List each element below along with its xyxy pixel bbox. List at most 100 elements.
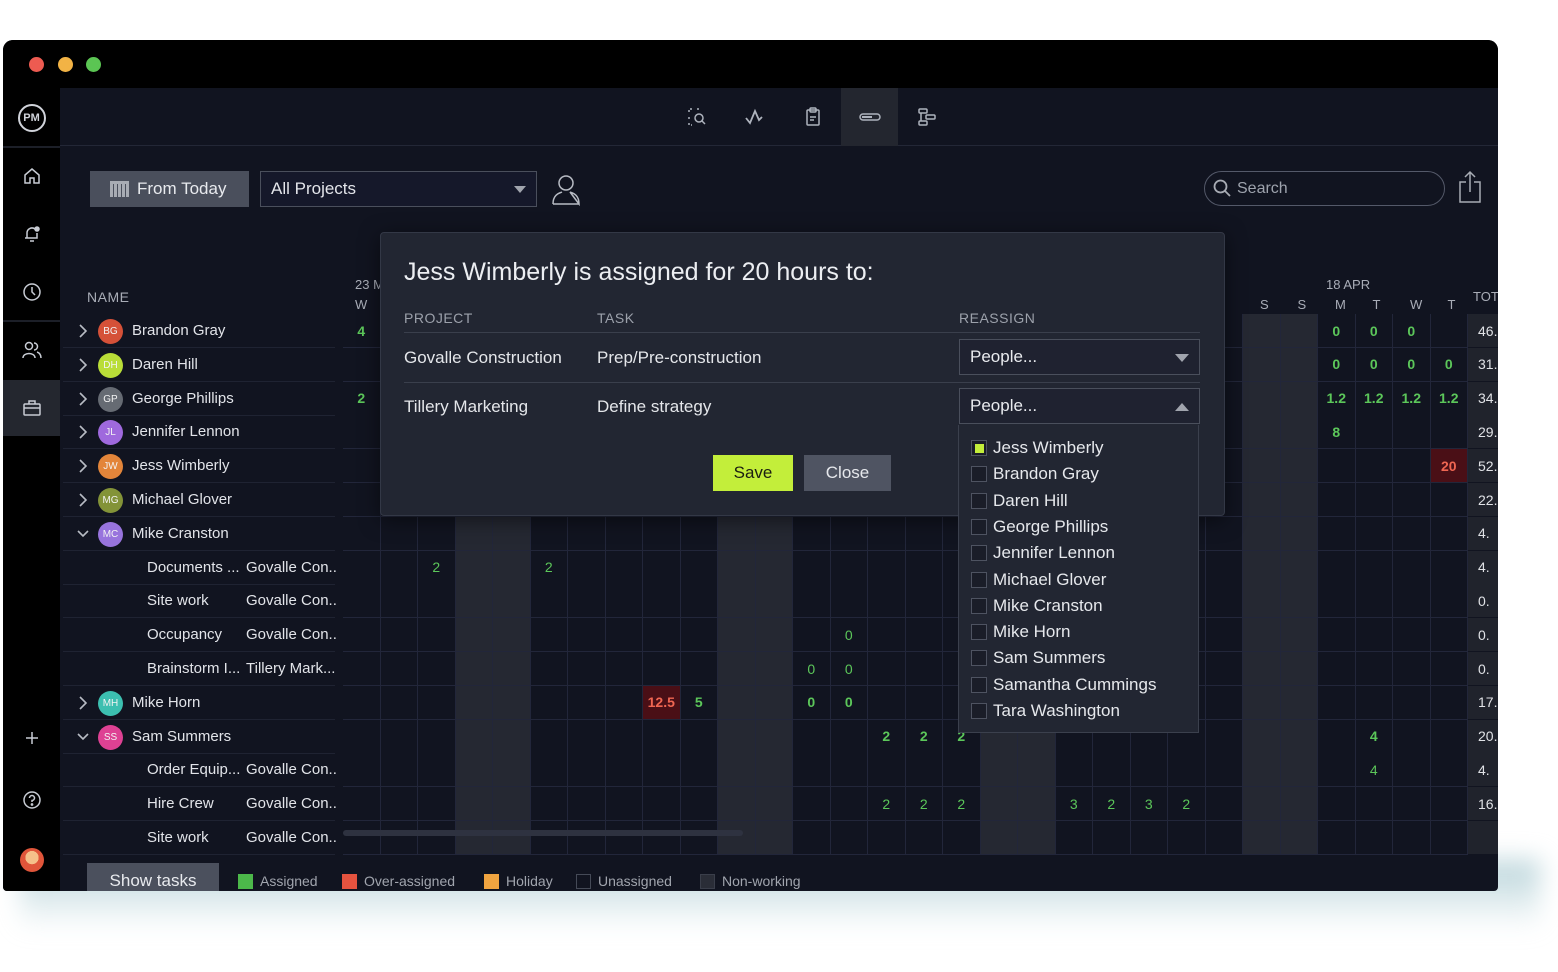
checkbox[interactable] (971, 545, 987, 562)
day-cell[interactable]: 12.5 (643, 685, 681, 720)
day-cell[interactable] (755, 516, 793, 551)
day-cell[interactable] (418, 584, 456, 619)
day-cell[interactable] (455, 652, 493, 686)
day-cell[interactable] (1280, 652, 1318, 686)
day-cell[interactable] (1243, 652, 1281, 686)
day-cell[interactable] (1243, 753, 1281, 788)
day-cell[interactable] (905, 685, 943, 720)
day-cell[interactable] (530, 516, 568, 551)
day-cell[interactable]: 2 (905, 787, 943, 822)
day-cell[interactable] (830, 516, 868, 551)
day-cell[interactable] (755, 652, 793, 686)
day-cell[interactable] (1243, 347, 1281, 382)
day-cell[interactable] (605, 753, 643, 788)
day-cell[interactable] (1280, 415, 1318, 450)
person-name[interactable]: Jennifer Lennon (132, 423, 240, 440)
day-cell[interactable] (380, 584, 418, 619)
day-cell[interactable] (643, 652, 681, 686)
day-cell[interactable] (1318, 483, 1356, 517)
day-cell[interactable] (343, 415, 381, 450)
day-cell[interactable] (718, 685, 756, 720)
day-cell[interactable] (1130, 753, 1168, 788)
chevron-right-icon[interactable] (77, 425, 89, 439)
chevron-down-icon[interactable] (77, 527, 89, 541)
day-cell[interactable] (530, 787, 568, 822)
add-button[interactable] (3, 718, 60, 758)
day-cell[interactable] (493, 652, 531, 686)
person-name[interactable]: Michael Glover (132, 491, 232, 508)
nav-time[interactable] (3, 264, 60, 320)
task-name[interactable]: Hire Crew (147, 795, 242, 812)
day-cell[interactable] (1430, 584, 1468, 619)
day-cell[interactable] (1430, 483, 1468, 517)
day-cell[interactable] (343, 347, 381, 382)
dropdown-option[interactable]: Mike Cranston (971, 593, 1103, 619)
day-cell[interactable] (568, 618, 606, 653)
day-cell[interactable]: 2 (905, 719, 943, 754)
task-name[interactable]: Occupancy (147, 626, 242, 643)
nav-home[interactable] (3, 148, 60, 204)
day-cell[interactable] (380, 550, 418, 585)
day-cell[interactable] (418, 753, 456, 788)
day-cell[interactable] (1355, 483, 1393, 517)
day-cell[interactable] (1243, 314, 1281, 348)
day-cell[interactable]: 3 (1055, 787, 1093, 822)
day-cell[interactable] (680, 550, 718, 585)
dropdown-option[interactable]: Tara Washington (971, 698, 1120, 724)
day-cell[interactable] (418, 787, 456, 822)
checkbox[interactable] (971, 703, 987, 719)
day-cell[interactable] (1318, 618, 1356, 653)
person-name[interactable]: Sam Summers (132, 728, 231, 745)
checkbox[interactable] (971, 624, 987, 641)
reassign-select[interactable]: People... (959, 339, 1200, 375)
checkbox[interactable] (971, 676, 987, 693)
day-cell[interactable] (1355, 516, 1393, 551)
day-cell[interactable]: 2 (343, 381, 381, 416)
chevron-right-icon[interactable] (77, 358, 89, 372)
day-cell[interactable] (1318, 584, 1356, 619)
nav-portfolio[interactable] (3, 380, 60, 436)
dropdown-option[interactable]: Brandon Gray (971, 461, 1099, 487)
day-cell[interactable] (493, 753, 531, 788)
checkbox[interactable] (971, 597, 987, 614)
day-cell[interactable] (1393, 685, 1431, 720)
day-cell[interactable] (868, 685, 906, 720)
day-cell[interactable] (1243, 787, 1281, 822)
day-cell[interactable] (1205, 719, 1243, 754)
day-cell[interactable] (1243, 685, 1281, 720)
nav-notifications[interactable] (3, 206, 60, 262)
day-cell[interactable] (1205, 618, 1243, 653)
day-cell[interactable] (1243, 584, 1281, 619)
day-cell[interactable] (1205, 652, 1243, 686)
day-cell[interactable] (605, 652, 643, 686)
day-cell[interactable] (1393, 652, 1431, 686)
day-cell[interactable] (755, 719, 793, 754)
day-cell[interactable] (1280, 449, 1318, 484)
day-cell[interactable] (1280, 753, 1318, 788)
day-cell[interactable] (1168, 753, 1206, 788)
day-cell[interactable] (718, 753, 756, 788)
day-cell[interactable] (1393, 584, 1431, 619)
day-cell[interactable] (605, 719, 643, 754)
chevron-right-icon[interactable] (77, 459, 89, 473)
day-cell[interactable] (493, 685, 531, 720)
day-cell[interactable] (530, 584, 568, 619)
day-cell[interactable] (718, 584, 756, 619)
day-cell[interactable] (643, 516, 681, 551)
day-cell[interactable] (1280, 347, 1318, 382)
day-cell[interactable]: 0 (1318, 347, 1356, 382)
day-cell[interactable] (1393, 787, 1431, 822)
day-cell[interactable] (380, 719, 418, 754)
day-cell[interactable] (418, 516, 456, 551)
show-tasks-button[interactable]: Show tasks (87, 863, 219, 891)
person-name[interactable]: Brandon Gray (132, 322, 225, 339)
checkbox[interactable] (971, 518, 987, 535)
day-cell[interactable] (755, 618, 793, 653)
day-cell[interactable] (605, 516, 643, 551)
day-cell[interactable] (718, 516, 756, 551)
day-cell[interactable] (1355, 415, 1393, 450)
person-name[interactable]: Jess Wimberly (132, 457, 230, 474)
checkbox[interactable] (971, 492, 987, 509)
day-cell[interactable] (1280, 685, 1318, 720)
day-cell[interactable] (1055, 753, 1093, 788)
